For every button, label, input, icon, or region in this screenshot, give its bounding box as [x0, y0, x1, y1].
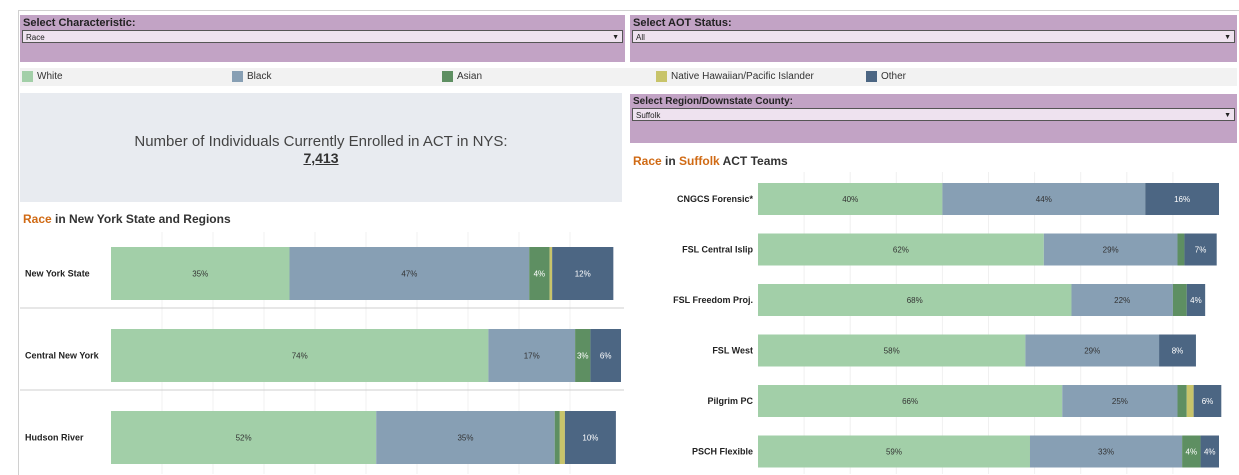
region-race-chart-svg: New York State 35% 47% 4% 12% Central New Yor… [20, 232, 624, 474]
title-characteristic: Race [633, 154, 662, 168]
data-label: 35% [457, 434, 473, 443]
left-chart-title: Race in New York State and Regions [23, 212, 231, 226]
data-label: 59% [886, 448, 902, 457]
data-label: 25% [1112, 397, 1128, 406]
data-label: 62% [893, 246, 909, 255]
title-region: Suffolk [679, 154, 720, 168]
bar-segment-asian[interactable] [1177, 233, 1185, 266]
bar-segment-asian[interactable] [1172, 284, 1187, 316]
data-label: 35% [192, 270, 208, 279]
title-mid: in [661, 154, 680, 168]
data-label: 47% [401, 270, 417, 279]
legend-item-nhpi[interactable]: Native Hawaiian/Pacific Islander [656, 71, 814, 83]
data-label: 33% [1098, 448, 1114, 457]
data-label: 6% [600, 352, 612, 361]
region-race-chart: New York State 35% 47% 4% 12% Central New Yor… [20, 232, 624, 474]
legend: White Black Asian Native Hawaiian/Pacifi… [20, 68, 1237, 86]
data-label: 58% [884, 347, 900, 356]
legend-swatch [232, 71, 243, 82]
data-label: 29% [1103, 246, 1119, 255]
data-label: 6% [1202, 397, 1214, 406]
aot-status-select[interactable]: All ▼ [632, 30, 1235, 43]
team-race-chart: CNGCS Forensic* 40% 44% 16% FSL Central Isli… [630, 172, 1237, 474]
legend-label: White [37, 71, 63, 82]
data-label: 52% [236, 434, 252, 443]
data-label: 4% [1204, 448, 1216, 457]
data-label: 4% [1186, 448, 1198, 457]
legend-item-asian[interactable]: Asian [442, 71, 482, 83]
legend-label: Black [247, 71, 272, 82]
characteristic-filter: Select Characteristic: Race ▼ [20, 15, 625, 62]
legend-swatch [866, 71, 877, 82]
aot-status-filter-label: Select AOT Status: [633, 17, 732, 29]
aot-status-filter: Select AOT Status: All ▼ [630, 15, 1237, 62]
region-filter-label: Select Region/Downstate County: [633, 96, 794, 107]
dropdown-arrow-icon: ▼ [1224, 112, 1231, 119]
legend-label: Native Hawaiian/Pacific Islander [671, 71, 814, 82]
data-label: 68% [907, 296, 923, 305]
data-label: 12% [575, 270, 591, 279]
enrollment-count[interactable]: 7,413 [20, 150, 622, 166]
characteristic-select-value: Race [26, 33, 45, 42]
legend-item-black[interactable]: Black [232, 71, 271, 83]
enrollment-summary: Number of Individuals Currently Enrolled… [20, 93, 622, 202]
data-label: 8% [1172, 347, 1184, 356]
data-label: 4% [1190, 296, 1202, 305]
bar-segment-native-hawaiian-pacific-islander[interactable] [1186, 385, 1194, 417]
data-label: 29% [1084, 347, 1100, 356]
data-label: 40% [842, 195, 858, 204]
title-rest: ACT Teams [719, 154, 788, 168]
data-label: 44% [1036, 195, 1052, 204]
legend-swatch [22, 71, 33, 82]
data-label: 74% [292, 352, 308, 361]
row-label: CNGCS Forensic* [677, 194, 754, 204]
bar-segment-asian[interactable] [1177, 385, 1187, 417]
bar-segment-asian[interactable] [554, 411, 560, 464]
data-label: 16% [1174, 195, 1190, 204]
aot-status-select-value: All [636, 33, 645, 42]
data-label: 10% [582, 434, 598, 443]
data-label: 4% [534, 270, 546, 279]
row-label: Central New York [25, 351, 100, 361]
region-select[interactable]: Suffolk ▼ [632, 108, 1235, 121]
row-label: FSL Freedom Proj. [673, 295, 753, 305]
data-label: 66% [902, 397, 918, 406]
row-label: Pilgrim PC [707, 396, 753, 406]
dropdown-arrow-icon: ▼ [612, 34, 619, 41]
data-label: 3% [577, 352, 589, 361]
region-select-value: Suffolk [636, 111, 661, 120]
legend-label: Asian [457, 71, 483, 82]
enrollment-label: Number of Individuals Currently Enrolled… [134, 133, 508, 150]
row-label: Hudson River [25, 433, 84, 443]
legend-swatch [442, 71, 453, 82]
characteristic-select[interactable]: Race ▼ [22, 30, 623, 43]
dropdown-arrow-icon: ▼ [1224, 34, 1231, 41]
row-label: New York State [25, 269, 90, 279]
bar-segment-native-hawaiian-pacific-islander[interactable] [549, 247, 553, 300]
team-race-chart-svg: CNGCS Forensic* 40% 44% 16% FSL Central Isli… [630, 172, 1237, 474]
legend-swatch [656, 71, 667, 82]
title-characteristic: Race [23, 212, 52, 226]
data-label: 22% [1114, 296, 1130, 305]
row-label: PSCH Flexible [692, 447, 753, 457]
characteristic-filter-label: Select Characteristic: [23, 17, 136, 29]
region-filter: Select Region/Downstate County: Suffolk … [630, 94, 1237, 143]
legend-item-other[interactable]: Other [866, 71, 906, 83]
title-rest: in New York State and Regions [51, 212, 231, 226]
data-label: 17% [524, 352, 540, 361]
data-label: 7% [1195, 246, 1207, 255]
right-chart-title: Race in Suffolk ACT Teams [633, 154, 788, 168]
row-label: FSL West [712, 346, 753, 356]
legend-label: Other [881, 71, 907, 82]
row-label: FSL Central Islip [682, 245, 753, 255]
legend-item-white[interactable]: White [22, 71, 63, 83]
bar-segment-native-hawaiian-pacific-islander[interactable] [559, 411, 565, 464]
